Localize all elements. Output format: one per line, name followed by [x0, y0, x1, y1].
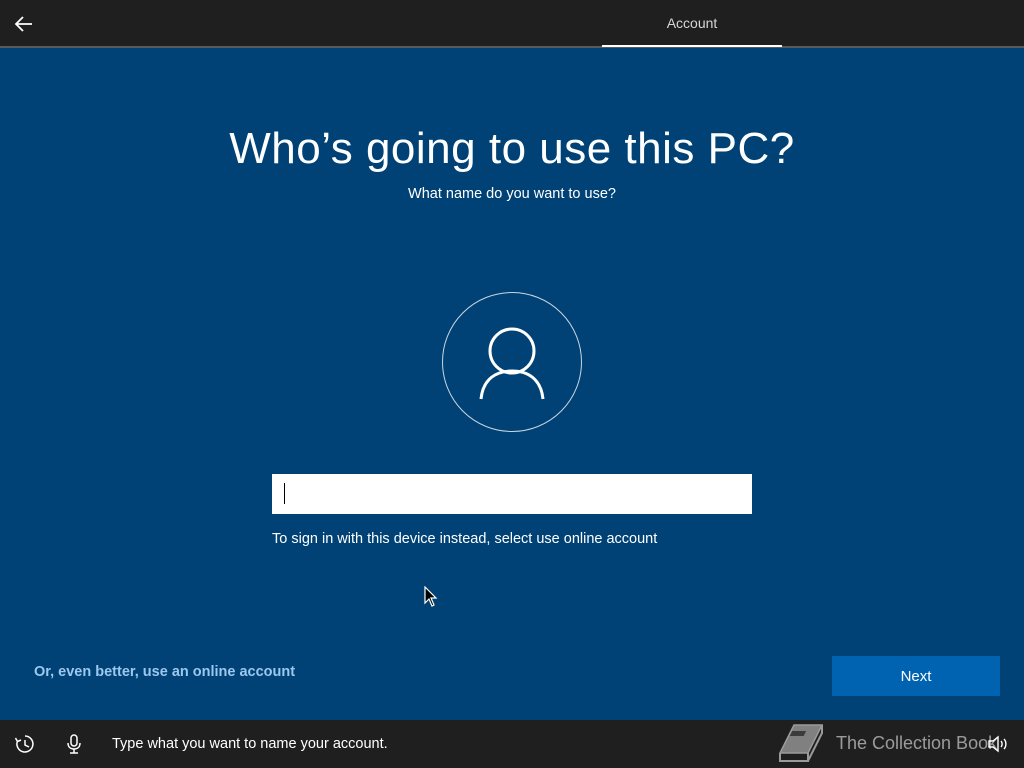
- mouse-pointer-icon: [424, 585, 438, 613]
- top-bar: Account: [0, 0, 1024, 48]
- ease-of-access-icon: [14, 735, 34, 753]
- page-title: Who’s going to use this PC?: [229, 124, 795, 173]
- next-button[interactable]: Next: [832, 656, 1000, 696]
- volume-icon: [988, 735, 1007, 753]
- bottom-bar: Type what you want to name your account.: [0, 720, 1024, 768]
- user-icon: [479, 327, 545, 400]
- tab-active-indicator: [602, 45, 782, 47]
- tab-account: Account: [666, 15, 718, 31]
- microphone-icon: [67, 734, 81, 754]
- avatar: [442, 292, 582, 432]
- back-button[interactable]: [8, 8, 40, 40]
- ease-of-access-button[interactable]: [13, 732, 37, 756]
- back-arrow-icon: [14, 16, 32, 32]
- online-account-link[interactable]: Or, even better, use an online account: [34, 664, 295, 680]
- account-name-input[interactable]: [273, 475, 751, 513]
- microphone-button[interactable]: [62, 732, 86, 756]
- page-subtitle: What name do you want to use?: [408, 186, 616, 202]
- narrator-text: Type what you want to name your account.: [112, 736, 388, 752]
- account-name-field[interactable]: [272, 474, 752, 514]
- online-account-hint: To sign in with this device instead, sel…: [272, 531, 658, 547]
- text-caret: [284, 483, 285, 504]
- volume-button[interactable]: [986, 732, 1010, 756]
